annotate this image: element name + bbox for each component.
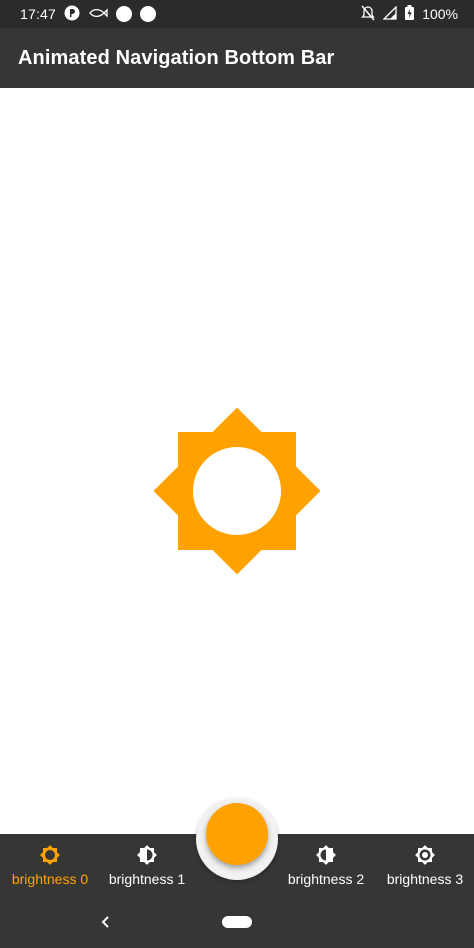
circle-icon bbox=[116, 6, 133, 22]
app-bar: Animated Navigation Bottom Bar bbox=[0, 28, 474, 88]
nav-item-label: brightness 1 bbox=[108, 871, 186, 887]
signal-icon bbox=[382, 4, 397, 23]
battery-icon bbox=[405, 5, 415, 23]
system-navigation-bar bbox=[0, 900, 474, 948]
nav-item-label: brightness 0 bbox=[11, 871, 89, 887]
brightness-1-icon bbox=[137, 845, 157, 865]
nav-item-brightness-0[interactable]: brightness 0 bbox=[8, 834, 92, 900]
brightness-2-icon bbox=[316, 845, 336, 865]
status-time: 17:47 bbox=[20, 6, 57, 22]
circle-icon bbox=[140, 6, 157, 22]
nav-item-label: brightness 3 bbox=[386, 871, 464, 887]
nav-item-brightness-2[interactable]: brightness 2 bbox=[282, 834, 370, 900]
chevron-left-icon bbox=[101, 916, 109, 928]
status-right: 100% bbox=[361, 4, 458, 24]
home-button[interactable] bbox=[222, 916, 252, 928]
brightness-0-icon bbox=[40, 845, 60, 865]
battery-percent: 100% bbox=[422, 6, 458, 22]
moon-icon bbox=[234, 825, 243, 843]
back-button[interactable] bbox=[96, 910, 116, 934]
main-content bbox=[0, 88, 474, 834]
nav-item-brightness-1[interactable]: brightness 1 bbox=[104, 834, 190, 900]
mute-icon bbox=[361, 5, 375, 24]
theme-toggle-fab[interactable] bbox=[206, 803, 268, 865]
notification-app-icon bbox=[64, 5, 80, 24]
status-left: 17:47 bbox=[20, 5, 157, 24]
fish-icon bbox=[88, 6, 108, 22]
status-bar: 17:47 100% bbox=[0, 0, 474, 28]
page-title: Animated Navigation Bottom Bar bbox=[18, 46, 335, 69]
brightness-3-icon bbox=[415, 845, 435, 865]
nav-item-brightness-3[interactable]: brightness 3 bbox=[382, 834, 468, 900]
brightness-sun-icon bbox=[154, 408, 320, 574]
nav-item-label: brightness 2 bbox=[287, 871, 365, 887]
